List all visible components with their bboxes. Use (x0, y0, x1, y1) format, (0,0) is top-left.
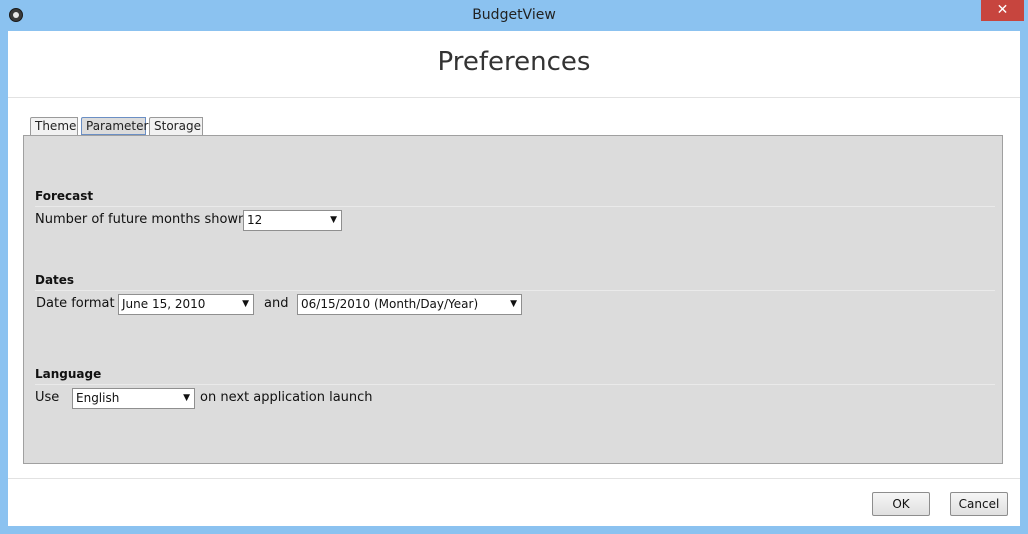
forecast-section-title: Forecast (35, 189, 94, 203)
tab-storage[interactable]: Storage (149, 117, 203, 135)
cancel-button[interactable]: Cancel (950, 492, 1008, 516)
date-and-label: and (264, 296, 289, 311)
chevron-down-icon: ▼ (330, 215, 337, 225)
language-section-title: Language (35, 367, 102, 381)
parameters-panel: Forecast Number of future months shown 1… (23, 135, 1003, 464)
forecast-months-select[interactable]: 12 ▼ (243, 210, 342, 231)
forecast-months-label: Number of future months shown (35, 212, 247, 227)
dates-divider (35, 290, 995, 291)
ok-button[interactable]: OK (872, 492, 930, 516)
window-title: BudgetView (472, 7, 556, 23)
date-format-select-2[interactable]: 06/15/2010 (Month/Day/Year) ▼ (297, 294, 522, 315)
chevron-down-icon: ▼ (242, 299, 249, 309)
language-value: English (76, 391, 120, 405)
language-use-label: Use (35, 390, 60, 405)
language-select[interactable]: English ▼ (72, 388, 195, 409)
app-window: BudgetView ✕ Preferences Theme Parameter… (0, 0, 1028, 534)
date-format-value-2: 06/15/2010 (Month/Day/Year) (301, 297, 479, 311)
forecast-months-value: 12 (247, 213, 263, 227)
tab-parameters[interactable]: Parameters (81, 117, 155, 135)
forecast-divider (35, 206, 995, 207)
dates-section-title: Dates (35, 273, 75, 287)
chevron-down-icon: ▼ (510, 299, 517, 309)
language-suffix-label: on next application launch (200, 390, 373, 405)
title-bar[interactable]: BudgetView ✕ (0, 0, 1028, 31)
chevron-down-icon: ▼ (183, 393, 190, 403)
page-title: Preferences (437, 47, 591, 77)
date-format-select-1[interactable]: June 15, 2010 ▼ (118, 294, 254, 315)
date-format-label: Date format (36, 296, 115, 311)
dialog-footer: OK Cancel (8, 478, 1020, 527)
language-divider (35, 384, 995, 385)
close-icon[interactable]: ✕ (981, 0, 1024, 21)
tab-theme[interactable]: Theme (30, 117, 78, 135)
dialog-header: Preferences (8, 31, 1020, 98)
dialog-content: Preferences Theme Parameters Storage For… (8, 31, 1020, 526)
date-format-value-1: June 15, 2010 (122, 297, 206, 311)
